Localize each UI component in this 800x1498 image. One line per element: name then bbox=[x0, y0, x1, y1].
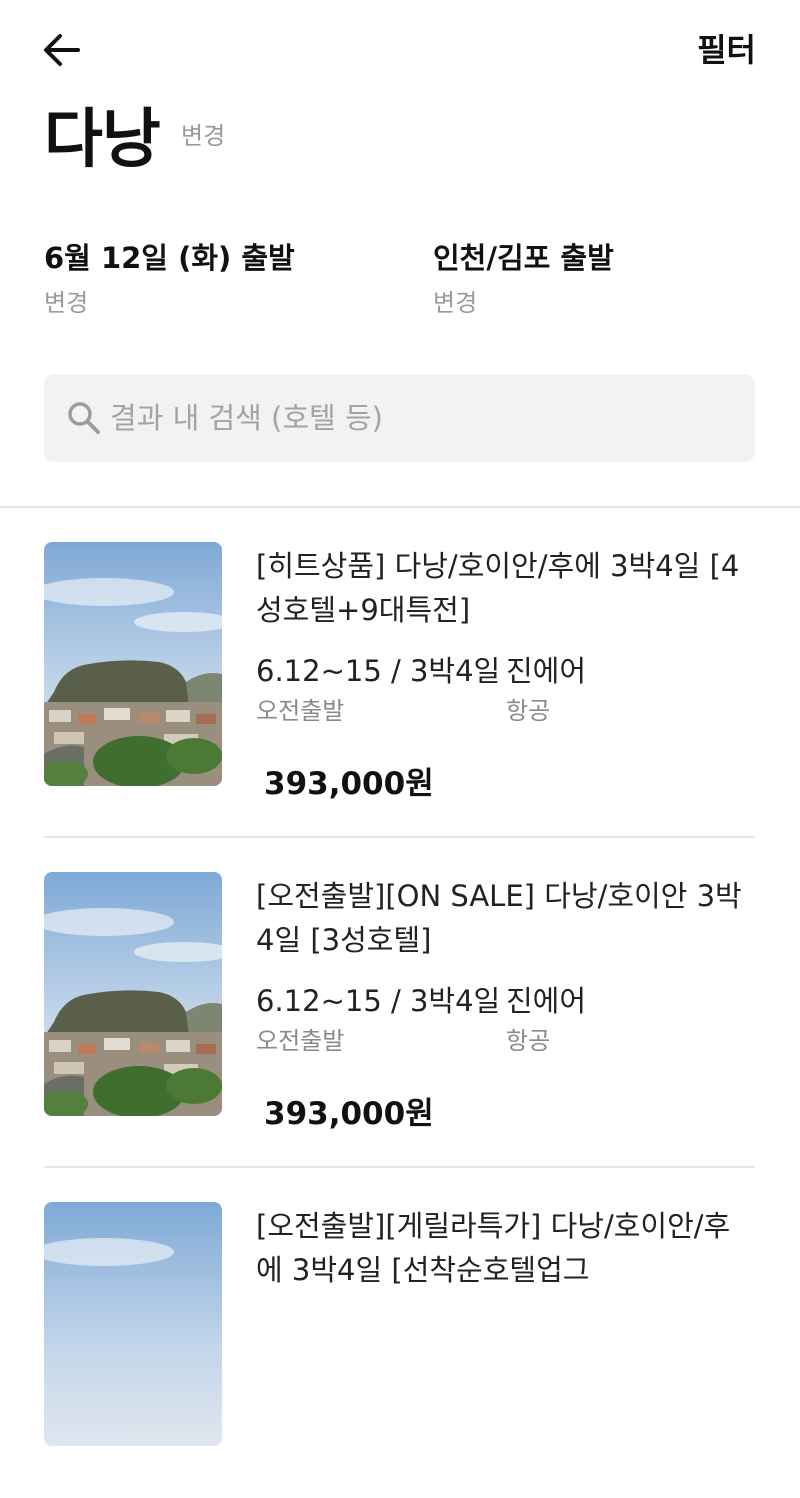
tour-price: 393,000원 bbox=[264, 766, 434, 802]
tour-title: [오전출발][ON SALE] 다낭/호이안 3박4일 [3성호텔] bbox=[256, 879, 742, 957]
tour-thumbnail bbox=[44, 1202, 222, 1446]
tour-title: [오전출발][게릴라특가] 다낭/호이안/후에 3박4일 [선착순호텔업그 bbox=[256, 1209, 731, 1287]
tour-airline-label: 항공 bbox=[506, 697, 551, 725]
departure-airport-change-button[interactable]: 변경 bbox=[433, 288, 614, 318]
departure-airport-label: 인천/김포 출발 bbox=[433, 241, 614, 275]
tour-thumbnail bbox=[44, 872, 222, 1116]
tour-dates: 6.12~15 / 3박4일 bbox=[256, 984, 501, 1018]
tour-departure-time: 오전출발 bbox=[256, 1027, 345, 1055]
tour-title: [히트상품] 다낭/호이안/후에 3박4일 [4성호텔+9대특전] bbox=[256, 549, 740, 627]
tour-thumbnail bbox=[44, 542, 222, 786]
tour-departure-time: 오전출발 bbox=[256, 697, 345, 725]
result-item[interactable]: [히트상품] 다낭/호이안/후에 3박4일 [4성호텔+9대특전] 6.12~1… bbox=[0, 508, 800, 838]
result-item[interactable]: [오전출발][게릴라특가] 다낭/호이안/후에 3박4일 [선착순호텔업그 bbox=[0, 1168, 800, 1498]
destination-title: 다낭 bbox=[44, 103, 161, 177]
departure-airport-block: 인천/김포 출발 변경 bbox=[433, 238, 614, 318]
result-list: [히트상품] 다낭/호이안/후에 3박4일 [4성호텔+9대특전] 6.12~1… bbox=[0, 508, 800, 1498]
tour-airline-label: 항공 bbox=[506, 1027, 551, 1055]
tour-airline: 진에어 bbox=[506, 654, 587, 688]
top-bar: 필터 bbox=[0, 0, 800, 100]
tour-dates: 6.12~15 / 3박4일 bbox=[256, 654, 501, 688]
departure-date-label: 6월 12일 (화) 출발 bbox=[44, 241, 295, 275]
tour-price: 393,000원 bbox=[264, 1096, 434, 1132]
search-box[interactable] bbox=[44, 374, 755, 462]
tour-airline: 진에어 bbox=[506, 984, 587, 1018]
search-icon bbox=[66, 400, 102, 436]
back-arrow-icon[interactable] bbox=[38, 26, 86, 74]
search-input[interactable] bbox=[110, 374, 730, 462]
departure-date-block: 6월 12일 (화) 출발 변경 bbox=[44, 238, 295, 318]
destination-change-button[interactable]: 변경 bbox=[181, 116, 225, 151]
result-item[interactable]: [오전출발][ON SALE] 다낭/호이안 3박4일 [3성호텔] 6.12~… bbox=[0, 838, 800, 1168]
filter-button[interactable]: 필터 bbox=[697, 30, 756, 70]
departure-date-change-button[interactable]: 변경 bbox=[44, 288, 295, 318]
